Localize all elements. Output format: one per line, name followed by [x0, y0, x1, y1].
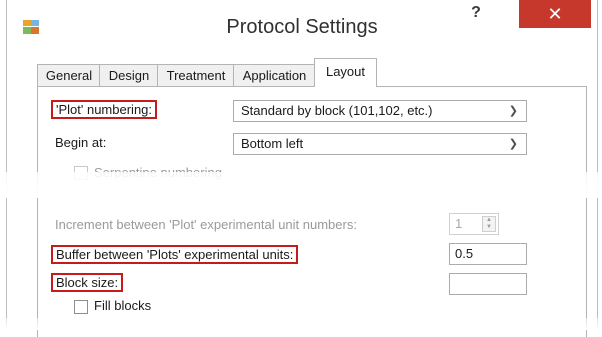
begin-at-select[interactable]: Bottom left ❯: [233, 133, 527, 155]
increment-field[interactable]: 1 ▲ ▼: [449, 213, 499, 235]
chevron-down-icon: ❯: [508, 105, 518, 117]
increment-label: Increment between 'Plot' experimental un…: [55, 217, 357, 232]
layout-tab-panel: 'Plot' numbering: Standard by block (101…: [37, 86, 587, 337]
buffer-label: Buffer between 'Plots' experimental unit…: [51, 245, 299, 264]
plot-numbering-select[interactable]: Standard by block (101,102, etc.) ❯: [233, 100, 527, 122]
tab-treatment[interactable]: Treatment: [157, 64, 235, 87]
tab-design[interactable]: Design: [99, 64, 159, 87]
tab-application[interactable]: Application: [233, 64, 316, 87]
close-button[interactable]: ✕: [519, 0, 591, 28]
spinner-arrows-icon[interactable]: ▲ ▼: [482, 216, 496, 232]
begin-at-label: Begin at:: [55, 135, 107, 150]
tab-general[interactable]: General: [37, 64, 101, 87]
block-size-field[interactable]: [449, 273, 527, 295]
fill-blocks-checkbox[interactable]: [74, 300, 88, 314]
increment-value: 1: [455, 216, 463, 231]
plot-numbering-value: Standard by block (101,102, etc.): [241, 103, 433, 118]
screenshot-fade-bottom: [0, 318, 602, 330]
begin-at-value: Bottom left: [241, 136, 304, 151]
help-button[interactable]: ?: [463, 2, 489, 26]
plot-numbering-label: 'Plot' numbering:: [51, 100, 158, 119]
buffer-value: 0.5: [455, 246, 474, 261]
block-size-label: Block size:: [51, 273, 124, 292]
chevron-down-icon: ❯: [508, 138, 518, 150]
screenshot-fade-divider: [0, 172, 602, 198]
title-bar: Protocol Settings ? ✕: [7, 0, 597, 58]
protocol-settings-window: Protocol Settings ? ✕ General Design Tre…: [6, 0, 598, 337]
window-title: Protocol Settings: [226, 16, 378, 38]
fill-blocks-label: Fill blocks: [94, 298, 152, 313]
tab-layout[interactable]: Layout: [314, 58, 377, 87]
buffer-field[interactable]: 0.5: [449, 243, 527, 265]
